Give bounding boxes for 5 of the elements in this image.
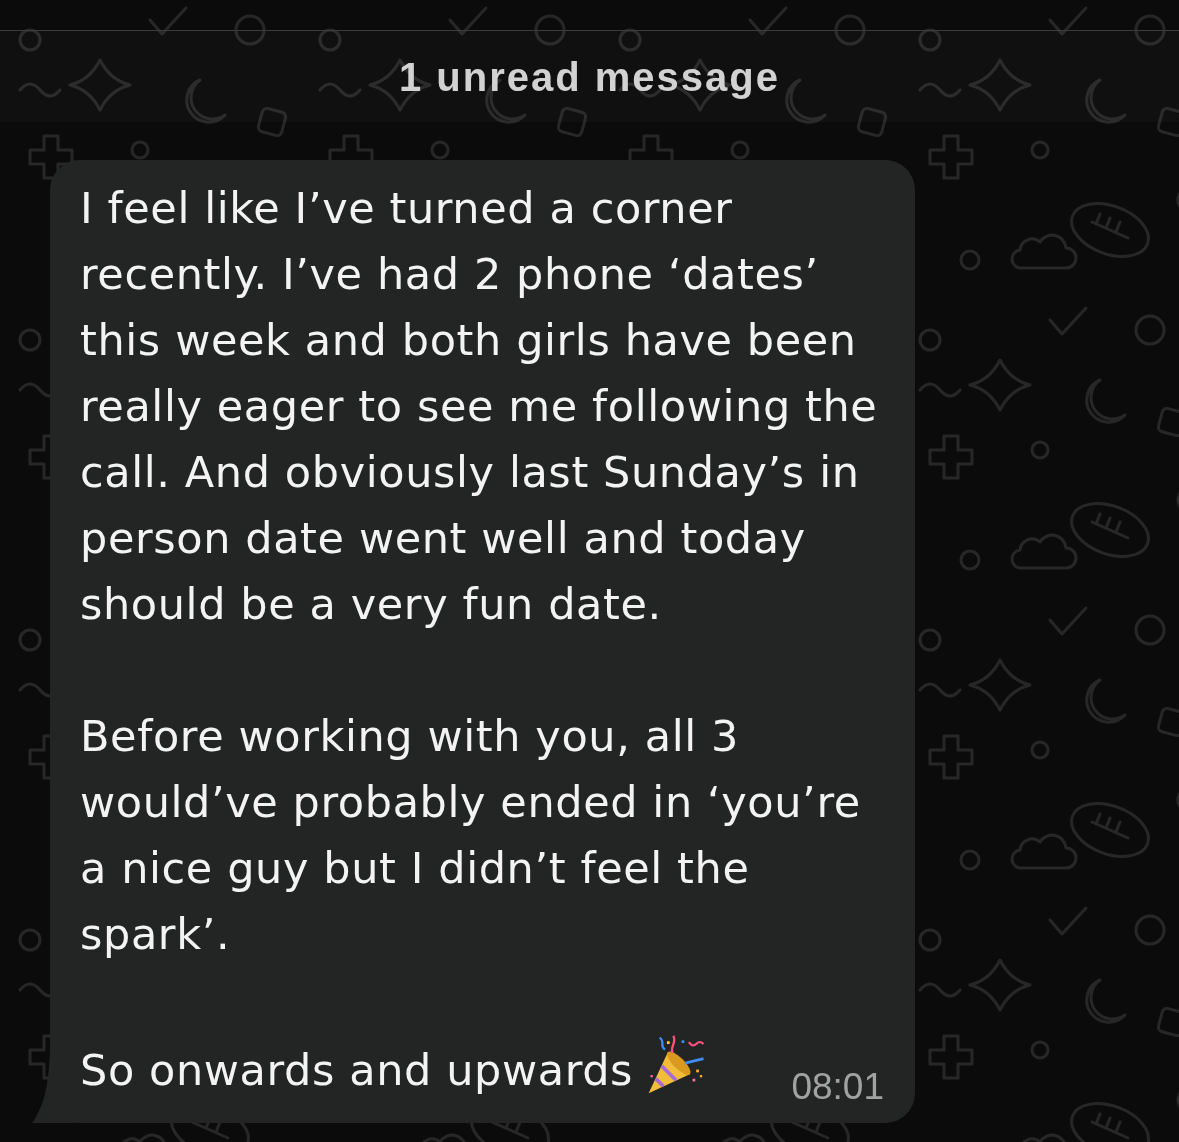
message-time: 08:01 (791, 1065, 884, 1109)
message-text: I feel like I’ve turned a corner recently. I’ve had 2 phone ‘dates’ this week and both girls have been really eager to see me following the call. And obviously last Sunday’s in person date went well and today should be a very fun date. (80, 182, 879, 631)
message-text: Before working with you, all 3 would’ve probably ended in ‘you’re a nice guy but I didn’t feel the spark’. (80, 710, 862, 961)
unread-label: 1 unread message (398, 53, 781, 100)
message-text: So onwards and upwards (80, 1033, 710, 1103)
